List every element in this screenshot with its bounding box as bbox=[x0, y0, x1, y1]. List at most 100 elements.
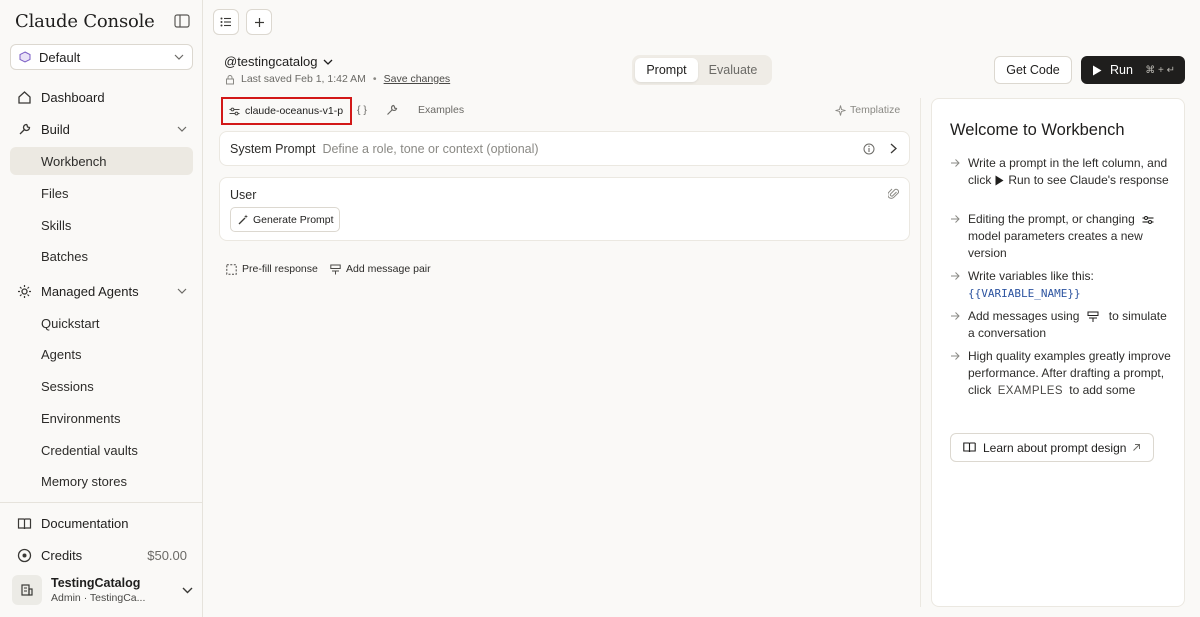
prefill-response-button[interactable]: Pre-fill response bbox=[226, 263, 318, 275]
play-icon bbox=[1092, 65, 1102, 76]
nav-documentation[interactable]: Documentation bbox=[10, 509, 193, 537]
panel-divider bbox=[920, 98, 921, 607]
magic-wand-icon bbox=[238, 214, 249, 225]
tip3-text-a: Write variables like this: bbox=[968, 269, 1094, 283]
arrow-right-icon bbox=[950, 348, 968, 400]
chevron-down-icon bbox=[177, 288, 187, 294]
model-selector[interactable]: claude-oceanus-v1-p bbox=[221, 97, 352, 125]
nav-dashboard[interactable]: Dashboard bbox=[10, 83, 193, 111]
arrow-right-icon bbox=[950, 211, 968, 262]
sliders-icon bbox=[229, 107, 240, 116]
nav-build[interactable]: Build bbox=[10, 115, 193, 143]
sidebar-divider bbox=[0, 502, 203, 503]
add-message-pair-label: Add message pair bbox=[346, 263, 431, 275]
message-pair-icon bbox=[330, 264, 341, 275]
last-saved-text: Last saved Feb 1, 1:42 AM bbox=[241, 73, 366, 85]
nav-documentation-label: Documentation bbox=[41, 515, 129, 531]
sidebar-item-skills[interactable]: Skills bbox=[10, 211, 193, 239]
plus-icon bbox=[254, 17, 265, 28]
sidebar-item-workbench[interactable]: Workbench bbox=[10, 147, 193, 175]
user-message-label: User bbox=[230, 188, 257, 202]
user-menu[interactable]: TestingCatalog Admin · TestingCa... bbox=[12, 572, 193, 608]
learn-prompt-design-button[interactable]: Learn about prompt design bbox=[950, 433, 1154, 462]
prompt-title-dropdown[interactable]: @testingcatalog bbox=[224, 54, 333, 69]
list-view-button[interactable] bbox=[213, 9, 239, 35]
sidebar-item-memory-stores[interactable]: Memory stores bbox=[10, 467, 193, 495]
agents-icon bbox=[16, 283, 32, 299]
user-message-card: User Generate Prompt bbox=[219, 177, 910, 241]
tip2-text-a: Editing the prompt, or changing bbox=[968, 212, 1135, 226]
tip4-text-a: Add messages using bbox=[968, 309, 1080, 323]
sidebar: Claude Console Default Dashboard Build W… bbox=[0, 0, 203, 617]
paperclip-icon[interactable] bbox=[888, 187, 899, 200]
nav-managed-agents[interactable]: Managed Agents bbox=[10, 277, 193, 305]
tip-write-prompt: Write a prompt in the left column, and c… bbox=[950, 155, 1176, 189]
cube-icon bbox=[19, 51, 31, 63]
sidebar-item-sessions[interactable]: Sessions bbox=[10, 372, 193, 400]
nav-managed-agents-label: Managed Agents bbox=[41, 283, 139, 299]
credits-amount: $50.00 bbox=[147, 547, 187, 563]
get-code-button[interactable]: Get Code bbox=[994, 56, 1072, 84]
variable-example: {{VARIABLE_NAME}} bbox=[968, 287, 1081, 300]
save-changes-link[interactable]: Save changes bbox=[384, 73, 451, 85]
examples-keyword: EXAMPLES bbox=[997, 385, 1063, 397]
new-prompt-button[interactable] bbox=[246, 9, 272, 35]
info-icon[interactable] bbox=[863, 143, 875, 155]
sidebar-item-environments[interactable]: Environments bbox=[10, 404, 193, 432]
variables-button[interactable]: { } bbox=[357, 104, 367, 116]
system-prompt-field[interactable]: System Prompt Define a role, tone or con… bbox=[219, 131, 910, 166]
message-pair-icon bbox=[1087, 311, 1099, 323]
sidebar-toggle-icon[interactable] bbox=[174, 14, 190, 28]
mode-toggle: Prompt Evaluate bbox=[632, 55, 772, 85]
building-icon bbox=[12, 575, 42, 605]
tip5-text-c: to add some bbox=[1069, 383, 1136, 397]
sparkle-icon bbox=[835, 104, 846, 116]
examples-button[interactable]: Examples bbox=[418, 104, 464, 116]
nav-dashboard-label: Dashboard bbox=[41, 89, 105, 105]
run-button[interactable]: Run ⌘ + ↵ bbox=[1081, 56, 1185, 84]
tip-messages: Add messages using to simulate a convers… bbox=[950, 308, 1176, 342]
prompt-title: @testingcatalog bbox=[224, 54, 318, 69]
wrench-icon bbox=[386, 104, 398, 116]
welcome-title: Welcome to Workbench bbox=[950, 121, 1125, 139]
sidebar-item-files[interactable]: Files bbox=[10, 179, 193, 207]
tools-button[interactable] bbox=[386, 104, 398, 116]
arrow-right-icon bbox=[950, 268, 968, 302]
generate-prompt-label: Generate Prompt bbox=[253, 213, 334, 226]
sidebar-item-quickstart[interactable]: Quickstart bbox=[10, 309, 193, 337]
tab-evaluate[interactable]: Evaluate bbox=[698, 58, 768, 82]
learn-label: Learn about prompt design bbox=[983, 440, 1127, 455]
nav-build-label: Build bbox=[41, 121, 70, 137]
model-name: claude-oceanus-v1-p bbox=[245, 105, 344, 117]
tab-prompt[interactable]: Prompt bbox=[635, 58, 698, 82]
add-message-pair-button[interactable]: Add message pair bbox=[330, 263, 431, 275]
chevron-down-icon bbox=[177, 126, 187, 132]
templatize-button[interactable]: Templatize bbox=[835, 104, 900, 116]
arrow-right-icon bbox=[950, 308, 968, 342]
arrow-right-icon bbox=[950, 155, 968, 189]
welcome-panel: Welcome to Workbench Write a prompt in t… bbox=[931, 98, 1185, 607]
sidebar-item-credential-vaults[interactable]: Credential vaults bbox=[10, 436, 193, 464]
workspace-label: Default bbox=[39, 49, 81, 65]
chevron-right-icon[interactable] bbox=[890, 143, 897, 154]
app-brand: Claude Console bbox=[15, 11, 155, 32]
lock-icon bbox=[225, 74, 235, 85]
templatize-label: Templatize bbox=[850, 104, 901, 116]
generate-prompt-button[interactable]: Generate Prompt bbox=[230, 207, 340, 232]
play-icon bbox=[995, 175, 1004, 186]
chevron-down-icon bbox=[323, 59, 333, 65]
list-icon bbox=[220, 17, 232, 27]
sidebar-item-batches[interactable]: Batches bbox=[10, 242, 193, 270]
book-icon bbox=[16, 515, 32, 531]
book-icon bbox=[963, 442, 976, 453]
run-label: Run bbox=[1110, 63, 1133, 77]
sidebar-item-agents[interactable]: Agents bbox=[10, 340, 193, 368]
external-link-icon bbox=[1132, 443, 1141, 452]
braces-icon: { } bbox=[357, 104, 367, 116]
prefill-label: Pre-fill response bbox=[242, 263, 318, 275]
nav-credits[interactable]: Credits $50.00 bbox=[10, 541, 193, 569]
user-separator: · bbox=[83, 592, 88, 604]
workspace-select[interactable]: Default bbox=[10, 44, 193, 70]
chevron-down-icon bbox=[174, 54, 184, 60]
tip2-text-b: model parameters creates a new version bbox=[968, 229, 1143, 260]
